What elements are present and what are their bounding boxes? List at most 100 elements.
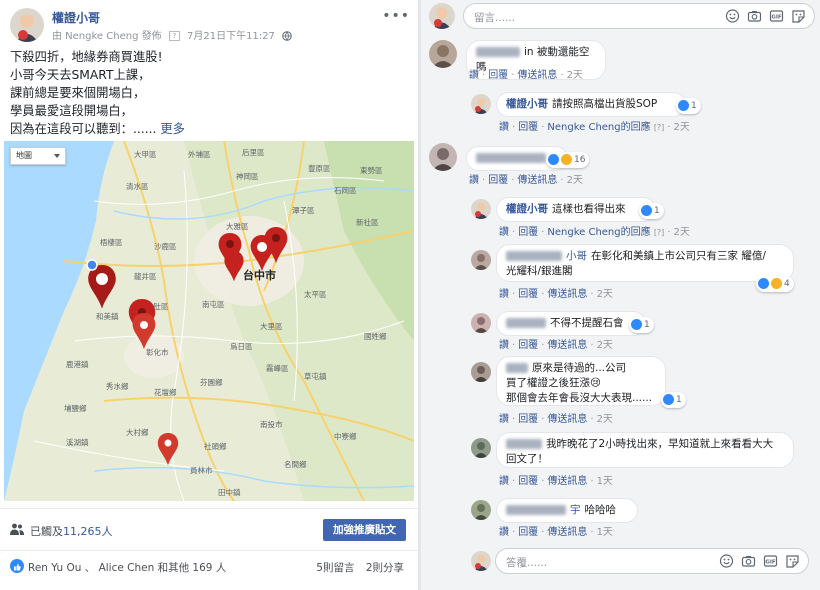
reply-text-line2: 回文了！ bbox=[506, 453, 548, 465]
help-icon[interactable]: ? bbox=[168, 31, 180, 41]
reaction-badge[interactable]: 1 bbox=[629, 317, 654, 333]
comment-actions: 讚 · 回覆 · 傳送訊息 · 2天 bbox=[469, 70, 583, 81]
blurred-name[interactable] bbox=[506, 505, 566, 515]
page-avatar[interactable] bbox=[471, 199, 491, 219]
like-link[interactable]: 讚 bbox=[469, 70, 479, 81]
send-message-link[interactable]: 傳送訊息 bbox=[547, 527, 587, 538]
blurred-name[interactable] bbox=[506, 318, 546, 328]
blurred-name[interactable] bbox=[506, 439, 542, 449]
sticker-icon[interactable] bbox=[791, 9, 806, 23]
see-more-link[interactable]: 更多 bbox=[160, 122, 185, 136]
send-message-link[interactable]: 傳送訊息 bbox=[517, 70, 557, 81]
like-link[interactable]: 讚 bbox=[499, 340, 509, 351]
wow-icon bbox=[561, 154, 572, 165]
reply-mention[interactable]: 小哥 bbox=[566, 250, 587, 262]
more-icon[interactable]: ••• bbox=[382, 8, 410, 24]
gif-icon[interactable]: GIF bbox=[763, 554, 778, 568]
reply-link[interactable]: 回覆 bbox=[518, 340, 538, 351]
comment-time[interactable]: 2天 bbox=[597, 414, 613, 425]
reaction-badge[interactable]: 4 bbox=[756, 276, 794, 292]
reply-author[interactable]: 權證小哥 bbox=[506, 98, 548, 110]
help-icon[interactable]: [?] bbox=[654, 228, 665, 237]
help-icon[interactable]: [?] bbox=[654, 123, 665, 132]
blurred-name[interactable] bbox=[506, 363, 528, 373]
reply-link[interactable]: 回覆 bbox=[518, 289, 538, 300]
like-link[interactable]: 讚 bbox=[499, 227, 509, 238]
emoji-icon[interactable] bbox=[719, 554, 734, 568]
reaction-badge[interactable]: 16 bbox=[546, 152, 590, 168]
commenter-avatar[interactable] bbox=[471, 250, 491, 270]
post-line: 小哥今天去SMART上課， bbox=[10, 68, 151, 82]
user-avatar bbox=[471, 551, 491, 571]
reply-text: 不得不提醒石會 bbox=[550, 317, 624, 329]
people-icon bbox=[10, 523, 24, 535]
camera-icon[interactable] bbox=[747, 9, 762, 23]
reply-link[interactable]: 回覆 bbox=[518, 414, 538, 425]
comment-time[interactable]: 2天 bbox=[567, 70, 583, 81]
comment-time[interactable]: 2天 bbox=[674, 122, 690, 133]
reply-bubble: 宇哈哈哈 bbox=[496, 498, 638, 523]
composer-icons: GIF bbox=[719, 554, 800, 568]
svg-text:GIF: GIF bbox=[765, 560, 776, 566]
reply-link[interactable]: 回覆 bbox=[518, 476, 538, 487]
share-count[interactable]: 2則分享 bbox=[366, 562, 404, 574]
reply-link[interactable]: 回覆 bbox=[518, 527, 538, 538]
reply-link[interactable]: 回覆 bbox=[518, 122, 538, 133]
comment-time[interactable]: 2天 bbox=[597, 340, 613, 351]
send-message-link[interactable]: 傳送訊息 bbox=[547, 340, 587, 351]
reaction-badge[interactable]: 1 bbox=[639, 203, 664, 219]
like-link[interactable]: 讚 bbox=[499, 414, 509, 425]
comment-time[interactable]: 1天 bbox=[597, 476, 613, 487]
commenter-avatar[interactable] bbox=[429, 143, 457, 171]
comment-time[interactable]: 2天 bbox=[597, 289, 613, 300]
map-image[interactable]: 地圖 台中市 潭子區 豐原區 神岡區 大雅區 清水區 梧棲區 沙鹿區 龍井區 大… bbox=[4, 141, 414, 501]
comment-count[interactable]: 5則留言 bbox=[316, 562, 354, 574]
like-link[interactable]: 讚 bbox=[469, 175, 479, 186]
boost-post-button[interactable]: 加強推廣貼文 bbox=[323, 519, 406, 541]
comment-time[interactable]: 2天 bbox=[567, 175, 583, 186]
reply-input[interactable]: 答覆...... GIF bbox=[495, 548, 809, 574]
post-timestamp[interactable]: 7月21日下午11:27 bbox=[187, 31, 275, 42]
post-line: 課前總是要來個開場白， bbox=[10, 86, 146, 100]
like-link[interactable]: 讚 bbox=[499, 122, 509, 133]
commenter-avatar[interactable] bbox=[429, 40, 457, 68]
reach-count[interactable]: 11,265人 bbox=[63, 525, 113, 538]
reply-author[interactable]: 權證小哥 bbox=[506, 203, 548, 215]
reply-link[interactable]: 回覆 bbox=[488, 175, 508, 186]
commenter-avatar[interactable] bbox=[471, 362, 491, 382]
page-avatar[interactable] bbox=[10, 8, 44, 42]
camera-icon[interactable] bbox=[741, 554, 756, 568]
reply-link[interactable]: 回覆 bbox=[518, 227, 538, 238]
reaction-count: 4 bbox=[784, 279, 790, 289]
sticker-icon[interactable] bbox=[785, 554, 800, 568]
commenter-avatar[interactable] bbox=[471, 500, 491, 520]
reply-author-suffix[interactable]: 宇 bbox=[570, 504, 581, 516]
blurred-name[interactable] bbox=[476, 47, 520, 57]
commenter-avatar[interactable] bbox=[471, 438, 491, 458]
emoji-icon[interactable] bbox=[725, 9, 740, 23]
reply-link[interactable]: 回覆 bbox=[488, 70, 508, 81]
reply-actions: 讚 · 回覆 · 傳送訊息 · 2天 bbox=[499, 289, 613, 300]
response-by: Nengke Cheng的回應 bbox=[547, 122, 651, 133]
like-link[interactable]: 讚 bbox=[499, 476, 509, 487]
send-message-link[interactable]: 傳送訊息 bbox=[547, 414, 587, 425]
send-message-link[interactable]: 傳送訊息 bbox=[517, 175, 557, 186]
gif-icon[interactable]: GIF bbox=[769, 9, 784, 23]
comment-time[interactable]: 1天 bbox=[597, 527, 613, 538]
page-avatar[interactable] bbox=[471, 94, 491, 114]
reply-text-line2: 光耀科/銀進閣 bbox=[506, 265, 573, 277]
reaction-badge[interactable]: 1 bbox=[676, 98, 701, 114]
reactors-link[interactable]: Ren Yu Ou 、 Alice Chen 和其他 169 人 bbox=[28, 560, 226, 575]
send-message-link[interactable]: 傳送訊息 bbox=[547, 289, 587, 300]
reaction-badge[interactable]: 1 bbox=[661, 392, 686, 408]
map-pin-icon bbox=[132, 313, 156, 350]
commenter-avatar[interactable] bbox=[471, 313, 491, 333]
like-link[interactable]: 讚 bbox=[499, 289, 509, 300]
send-message-link[interactable]: 傳送訊息 bbox=[547, 476, 587, 487]
blurred-name[interactable] bbox=[506, 251, 562, 261]
globe-icon bbox=[282, 31, 292, 41]
comment-time[interactable]: 2天 bbox=[674, 227, 690, 238]
page-name-link[interactable]: 權證小哥 bbox=[52, 9, 100, 26]
comment-input[interactable]: 留言...... GIF bbox=[463, 3, 815, 29]
like-link[interactable]: 讚 bbox=[499, 527, 509, 538]
